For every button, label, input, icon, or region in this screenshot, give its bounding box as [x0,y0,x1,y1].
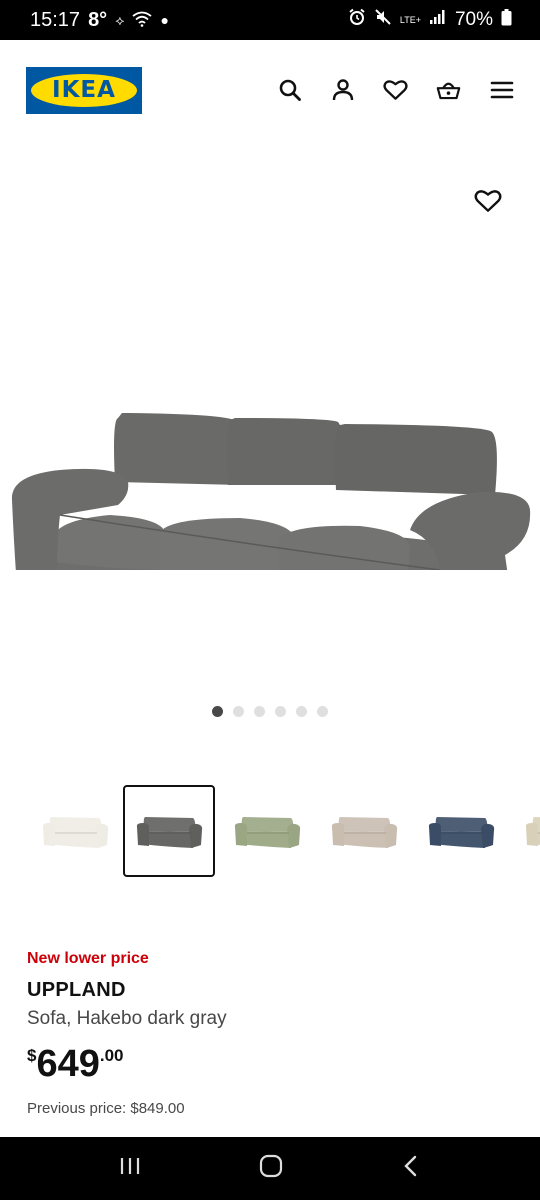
gallery-dot[interactable] [212,706,223,717]
add-to-favorites-heart-icon[interactable] [474,188,504,218]
search-icon[interactable] [277,78,302,103]
mini-sofa-image [234,817,300,848]
status-temperature: 8° [88,8,108,31]
gallery-dot[interactable] [254,706,265,717]
signal-icon [429,9,447,31]
status-bar: 15:17 8° ⟡ ● LTE+ 70% [0,0,540,40]
mini-sofa-image [428,817,494,848]
color-variant-thumb[interactable] [315,785,412,877]
status-left: 15:17 8° ⟡ ● [30,9,169,32]
logo-text: IKEA [31,73,137,107]
mini-sofa-image [136,817,203,848]
app-header: IKEA [0,40,540,140]
back-icon[interactable] [400,1154,422,1183]
price-badge: New lower price [27,950,149,967]
mini-sofa-image [331,817,397,848]
mini-sofa-image [525,817,540,846]
color-variant-thumb[interactable] [509,785,540,877]
product-name: UPPLAND [27,979,126,1001]
price-decimal: .00 [99,1046,124,1065]
mini-sofa-image [42,817,108,848]
status-time: 15:17 [30,8,81,31]
previous-price: Previous price: $849.00 [27,1100,185,1117]
gallery-dot[interactable] [296,706,307,717]
basket-icon[interactable] [436,78,461,103]
gallery-pagination [0,706,540,717]
battery-percent: 70% [454,9,493,30]
user-icon[interactable] [330,78,355,103]
sync-icon: ⟡ [115,11,125,28]
color-variant-list [26,785,540,877]
sofa-image [11,413,531,570]
product-info: New lower price UPPLAND Sofa, Hakebo dar… [27,950,517,1117]
product-image-gallery[interactable] [0,140,540,740]
recent-apps-icon[interactable] [118,1155,142,1182]
gallery-dot[interactable] [233,706,244,717]
color-variant-thumb[interactable] [218,785,315,877]
product-description: Sofa, Hakebo dark gray [27,1008,227,1029]
gallery-dot[interactable] [275,706,286,717]
system-nav-bar [0,1137,540,1200]
product-price: $ 649 .00 [27,1044,517,1090]
home-icon[interactable] [258,1153,284,1184]
battery-icon [501,8,512,32]
color-variant-thumb[interactable] [412,785,509,877]
gallery-dot[interactable] [317,706,328,717]
heart-icon[interactable] [383,78,408,103]
lte-icon: LTE+ [399,14,421,25]
menu-icon[interactable] [489,78,514,103]
mute-icon [374,8,392,32]
notification-dot-icon: ● [160,12,169,28]
ikea-logo[interactable]: IKEA [26,66,142,114]
header-icons [277,78,514,103]
wifi-icon [132,11,153,30]
color-variant-thumb[interactable] [123,785,215,877]
color-variant-thumb[interactable] [26,785,123,877]
status-right: LTE+ 70% [348,8,512,32]
alarm-icon [348,8,366,32]
price-integer: 649 [36,1043,100,1085]
price-currency: $ [27,1046,37,1065]
